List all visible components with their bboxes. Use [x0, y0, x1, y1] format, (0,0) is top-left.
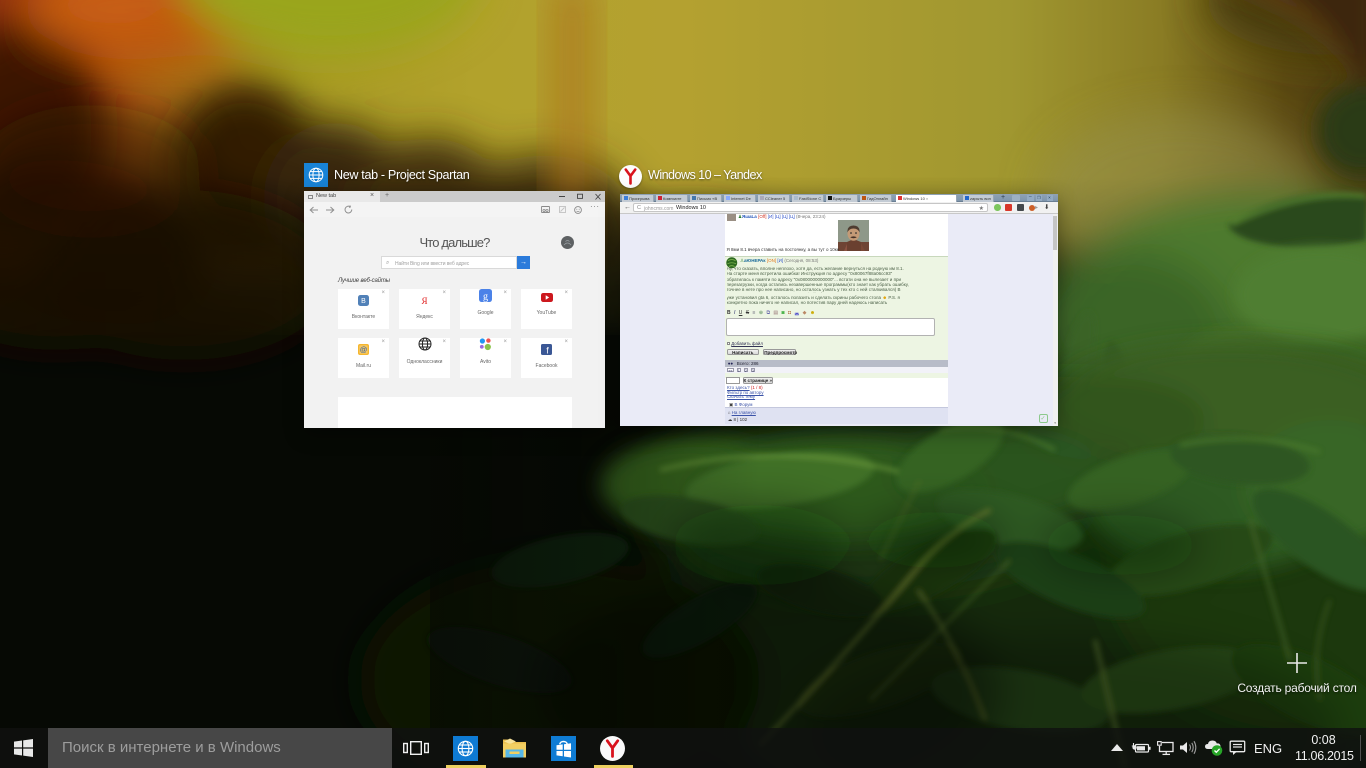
svg-text:@: @ — [360, 346, 368, 355]
svg-text:В: В — [361, 298, 366, 305]
svg-text:Я: Я — [421, 296, 427, 306]
svg-text:g: g — [483, 291, 488, 302]
